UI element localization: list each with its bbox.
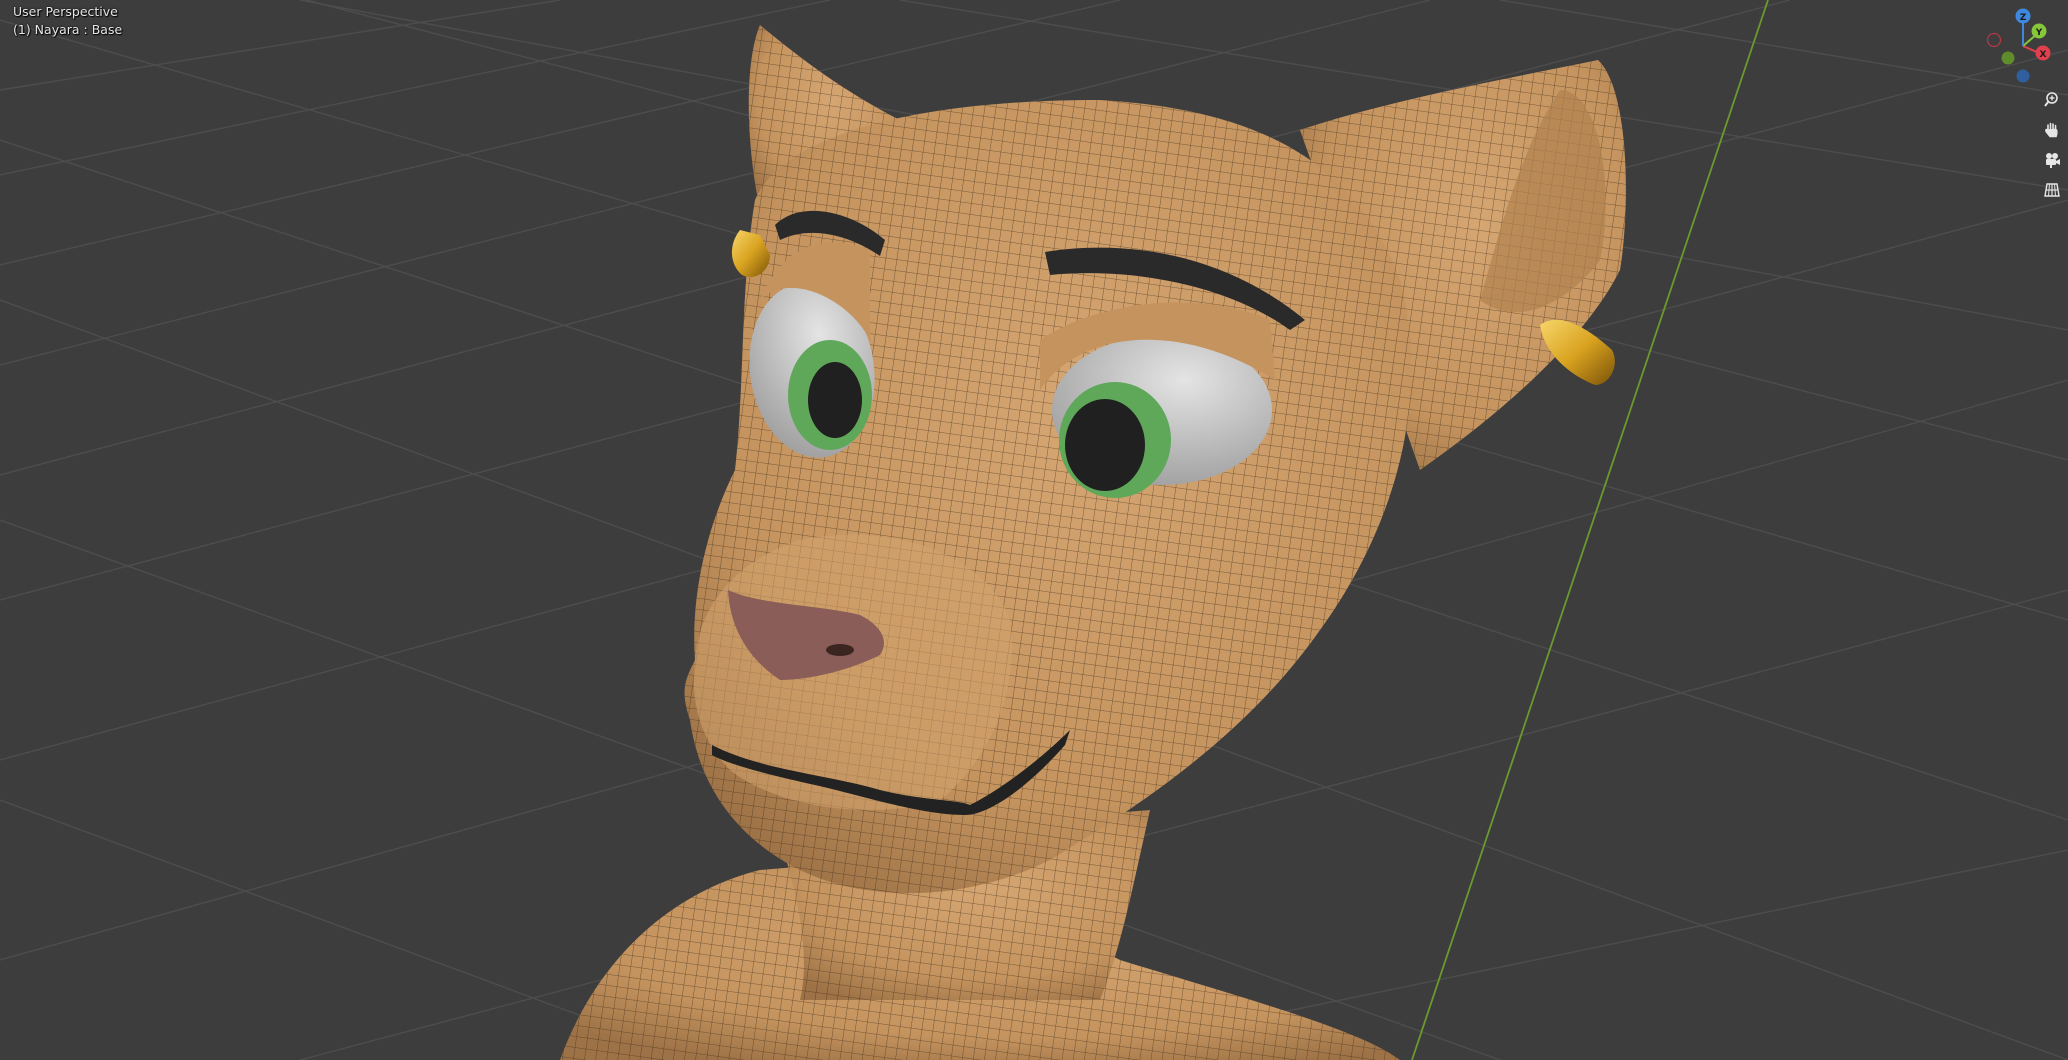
nostril xyxy=(826,644,854,656)
orthographic-toggle-button[interactable] xyxy=(2038,176,2066,204)
gizmo-z-label: Z xyxy=(2020,13,2027,23)
navigation-gizmo[interactable]: X Y Z xyxy=(1984,6,2062,84)
camera-icon xyxy=(2046,153,2060,168)
character-model xyxy=(560,25,1626,1060)
gizmo-neg-y xyxy=(2001,51,2015,65)
gizmo-neg-x xyxy=(1986,32,2002,48)
grid-icon xyxy=(2044,183,2060,197)
hand-icon xyxy=(2045,122,2058,138)
viewport-scene[interactable] xyxy=(0,0,2068,1060)
zoom-button[interactable] xyxy=(2038,86,2066,114)
gizmo-neg-z xyxy=(2016,69,2030,83)
magnifier-plus-icon xyxy=(2044,92,2058,107)
gizmo-y-label: Y xyxy=(2035,28,2043,38)
left-pupil xyxy=(808,362,862,438)
active-object-label: (1) Nayara : Base xyxy=(13,22,123,37)
gizmo-x-label: X xyxy=(2040,50,2047,60)
right-pupil xyxy=(1065,399,1145,491)
camera-view-button[interactable] xyxy=(2038,146,2066,174)
3d-viewport[interactable]: User Perspective (1) Nayara : Base X Y Z xyxy=(0,0,2068,1060)
pan-button[interactable] xyxy=(2038,116,2066,144)
view-name-label: User Perspective xyxy=(13,4,118,19)
